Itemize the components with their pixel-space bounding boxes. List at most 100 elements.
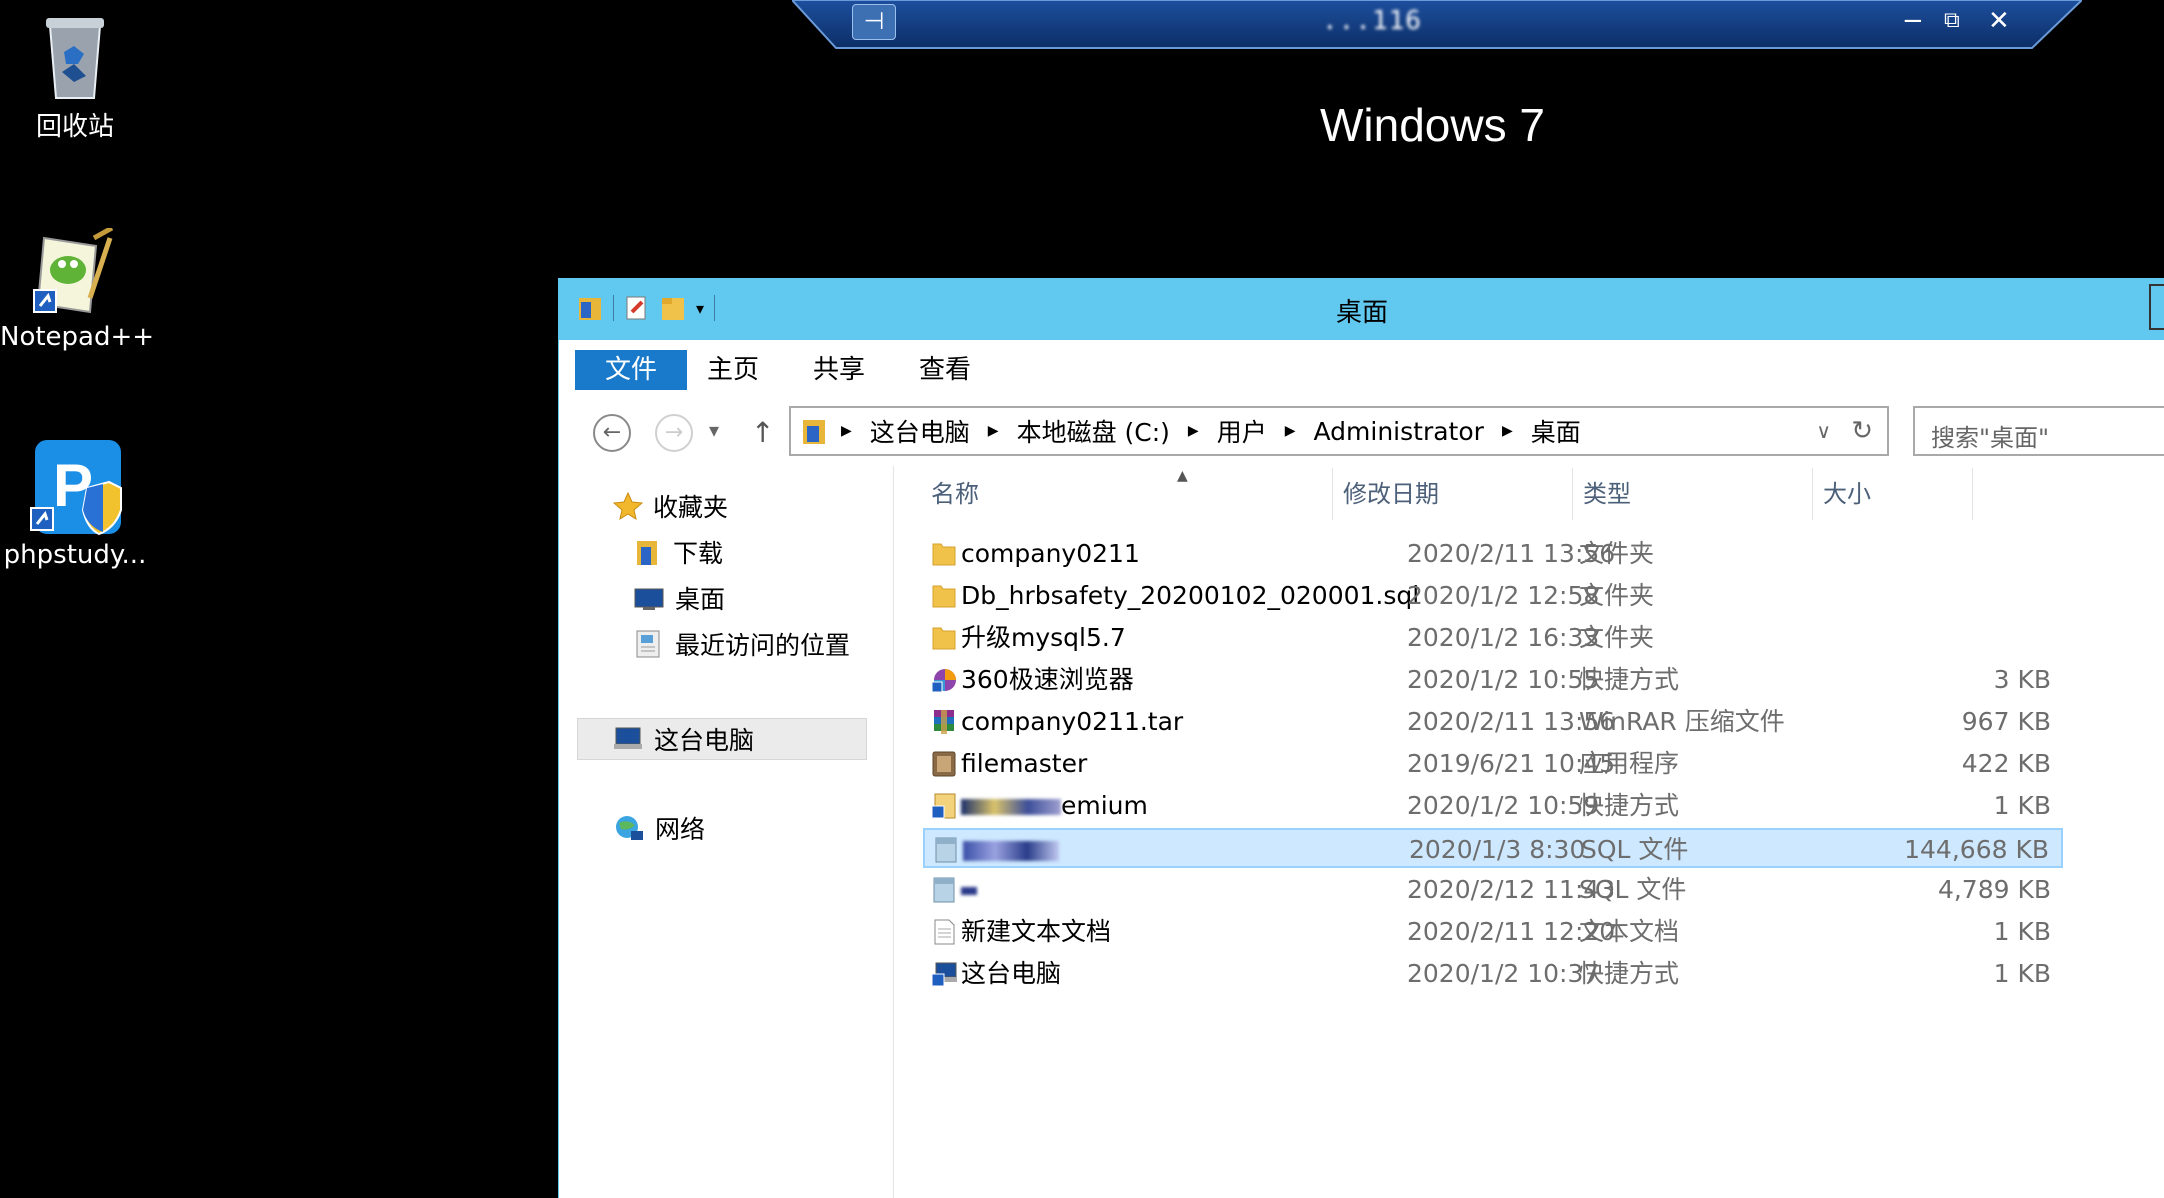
title-bar[interactable]: ▾ 桌面 (559, 278, 2164, 340)
file-row[interactable]: 360极速浏览器 2020/1/2 10:55 快捷方式 3 KB (923, 660, 2063, 700)
file-type: 文本文档 (1579, 917, 1680, 946)
recycle-bin-icon (46, 18, 104, 99)
computer-icon (614, 727, 642, 749)
desktop-icon-notepadpp[interactable]: Notepad++ (0, 228, 154, 352)
column-header-modified[interactable]: 修改日期 (1333, 468, 1573, 520)
column-header-type[interactable]: 类型 (1573, 468, 1813, 520)
nav-item-network[interactable]: 网络 (613, 810, 705, 846)
nav-label: 网络 (655, 815, 706, 844)
breadcrumb-administrator[interactable]: Administrator (1314, 417, 1484, 446)
phpstudy-icon: P (30, 440, 122, 536)
notepadpp-icon (33, 228, 114, 314)
computer-shortcut-icon (931, 962, 957, 987)
folder-icon (932, 627, 956, 650)
nav-label: 这台电脑 (654, 726, 755, 755)
file-size: 3 KB (1993, 665, 2051, 694)
address-bar[interactable]: ▶ 这台电脑 ▶ 本地磁盘 (C:) ▶ 用户 ▶ Administrator … (789, 406, 1889, 456)
column-header-name[interactable]: 名称 (921, 468, 1333, 520)
file-name: 这台电脑 (961, 959, 1062, 988)
navigation-pane: 收藏夹 下载 桌面 最近访问的位置 这台电脑 网络 (559, 466, 889, 1198)
phpstudy-label: phpstudy... (3, 540, 147, 570)
file-row-selected[interactable]: 2020/1/3 8:30 SQL 文件 144,668 KB (923, 828, 2063, 868)
redacted-text (961, 887, 977, 895)
nav-label: 桌面 (675, 585, 726, 614)
recent-places-icon (636, 630, 660, 658)
file-row[interactable]: 升级mysql5.7 2020/1/2 16:33 文件夹 (923, 618, 2063, 658)
redacted-text (963, 841, 1059, 861)
file-type: 快捷方式 (1579, 791, 1680, 820)
address-dropdown-button[interactable]: ∨ (1816, 419, 1831, 443)
file-date: 2020/1/3 8:30 (1409, 835, 1586, 864)
file-row[interactable]: company0211 2020/2/11 13:56 文件夹 (923, 534, 2063, 574)
file-size: 1 KB (1993, 917, 2051, 946)
file-type: 快捷方式 (1579, 959, 1680, 988)
tab-home[interactable]: 主页 (677, 350, 789, 390)
desktop-icon-recycle-bin[interactable]: 回收站 (0, 12, 150, 143)
breadcrumb-desktop[interactable]: 桌面 (1531, 413, 1581, 449)
file-row[interactable]: 这台电脑 2020/1/2 10:37 快捷方式 1 KB (923, 954, 2063, 994)
breadcrumb-this-pc[interactable]: 这台电脑 (870, 413, 970, 449)
pane-divider[interactable] (893, 466, 894, 1198)
breadcrumb-users[interactable]: 用户 (1217, 413, 1267, 449)
nav-label: 下载 (673, 539, 724, 568)
file-row[interactable]: Db_hrbsafety_20200102_020001.sql 2020/1/… (923, 576, 2063, 616)
file-type: 快捷方式 (1579, 665, 1680, 694)
breadcrumb-separator: ▶ (841, 423, 852, 439)
file-size: 1 KB (1993, 959, 2051, 988)
file-row[interactable]: 2020/2/12 11:43 SQL 文件 4,789 KB (923, 870, 2063, 910)
browser-360-icon (931, 669, 956, 693)
nav-item-downloads[interactable]: 下载 (633, 534, 723, 570)
ribbon: 文件 主页 共享 查看 (559, 340, 2164, 397)
search-input[interactable]: 搜索"桌面" (1913, 406, 2164, 456)
nav-item-favorites[interactable]: 收藏夹 (613, 488, 728, 524)
desktop-icon-phpstudy[interactable]: P phpstudy... (0, 440, 150, 570)
pin-button[interactable]: ⊣ (852, 4, 896, 40)
remote-connection-bar: ⊣ ...116 − ⧉ ✕ (792, 0, 2082, 50)
up-button[interactable]: ↑ (751, 416, 774, 449)
remote-restore-button[interactable]: ⧉ (1944, 8, 1960, 33)
tab-view[interactable]: 查看 (889, 350, 1001, 390)
os-watermark: Windows 7 (1320, 99, 1545, 151)
tab-share[interactable]: 共享 (783, 350, 895, 390)
remote-minimize-button[interactable]: − (1902, 6, 1924, 36)
recent-locations-button[interactable]: ▾ (709, 418, 719, 442)
nav-item-this-pc[interactable]: 这台电脑 (577, 718, 867, 760)
remote-host-name: ...116 (1322, 6, 1422, 36)
breadcrumb-separator: ▶ (987, 423, 999, 439)
breadcrumb-separator: ▶ (1501, 423, 1513, 439)
remote-close-button[interactable]: ✕ (1988, 6, 2010, 36)
remote-bar-shape (792, 0, 2082, 49)
file-name (961, 870, 977, 910)
location-folder-icon (803, 420, 825, 444)
file-row[interactable]: company0211.tar 2020/2/11 13:56 WinRAR 压… (923, 702, 2063, 742)
window-control-edge[interactable] (2149, 284, 2164, 330)
nav-item-recent-places[interactable]: 最近访问的位置 (633, 626, 850, 662)
file-size: 144,668 KB (1904, 835, 2049, 864)
file-row[interactable]: emium 2020/1/2 10:59 快捷方式 1 KB (923, 786, 2063, 826)
file-row[interactable]: 新建文本文档 2020/2/11 12:20 文本文档 1 KB (923, 912, 2063, 952)
file-name: filemaster (961, 749, 1088, 778)
file-name (963, 830, 1059, 870)
address-row: ← → ▾ ↑ ▶ 这台电脑 ▶ 本地磁盘 (C:) ▶ 用户 ▶ Admini… (559, 396, 2164, 466)
forward-button[interactable]: → (655, 414, 693, 452)
file-size: 422 KB (1961, 749, 2051, 778)
file-date: 2020/1/2 10:37 (1407, 959, 1600, 988)
network-icon (616, 816, 643, 840)
back-button[interactable]: ← (593, 414, 631, 452)
file-type: WinRAR 压缩文件 (1579, 707, 1785, 736)
folder-icon (932, 543, 956, 566)
tab-file[interactable]: 文件 (575, 350, 688, 390)
file-date: 2020/1/2 10:55 (1407, 665, 1600, 694)
file-type: 文件夹 (1579, 539, 1655, 568)
breadcrumb-local-disk[interactable]: 本地磁盘 (C:) (1017, 413, 1170, 449)
column-header-size[interactable]: 大小 (1813, 468, 1973, 520)
sql-file-icon (935, 837, 957, 863)
file-size: 4,789 KB (1937, 875, 2051, 904)
refresh-button[interactable]: ↻ (1851, 416, 1873, 446)
text-file-icon (934, 919, 955, 945)
nav-item-desktop[interactable]: 桌面 (633, 580, 725, 616)
file-row[interactable]: filemaster 2019/6/21 10:45 应用程序 422 KB (923, 744, 2063, 784)
file-type: SQL 文件 (1579, 875, 1687, 904)
file-type: 应用程序 (1579, 749, 1680, 778)
redacted-text (961, 799, 1061, 815)
